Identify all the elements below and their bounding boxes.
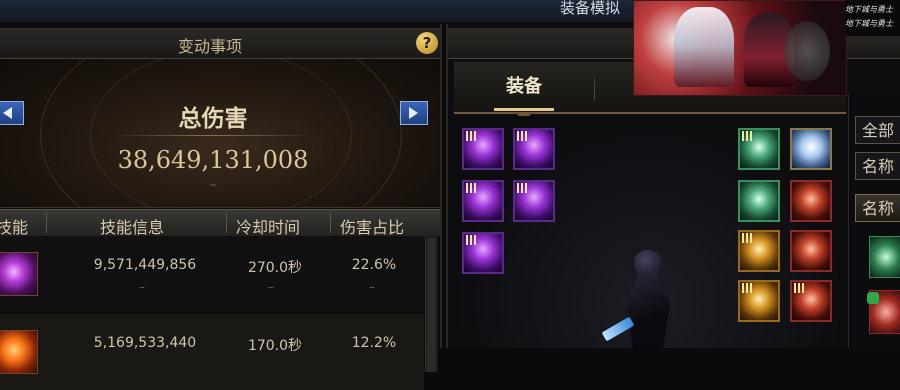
- upgrade-bars-icon: [794, 283, 804, 293]
- skill-cooldown: 270.0秒: [247, 260, 303, 276]
- damage-change: –: [139, 280, 145, 294]
- total-damage-value: 38,649,131,008: [117, 146, 309, 174]
- upgrade-bars-icon: [742, 283, 752, 293]
- skill-damage-percent: 12.2%: [351, 335, 397, 351]
- game-logo: 地下城与勇士 地下城与勇士: [845, 0, 900, 36]
- table-scrollbar[interactable]: [425, 236, 438, 372]
- equip-slot-bracelet[interactable]: [790, 180, 832, 222]
- tab-equipment[interactable]: 装备: [474, 72, 574, 98]
- avatar-slot-hat[interactable]: [462, 128, 504, 170]
- user-badge-icon: [867, 292, 879, 304]
- active-tab-indicator: [494, 108, 554, 111]
- column-divider: [46, 213, 47, 233]
- upgrade-bars-icon: [517, 183, 527, 193]
- damage-panel: 变动事项 ? 总伤害 38,649,131,008 – 技能 技能信息 冷却时间…: [0, 24, 442, 390]
- cooldown-change: –: [268, 280, 274, 294]
- table-row[interactable]: 9,571,449,856 270.0秒 22.6% – – –: [0, 236, 424, 312]
- question-mark-icon[interactable]: ?: [416, 32, 438, 54]
- inventory-item-icon[interactable]: [869, 236, 900, 278]
- character-body: [626, 272, 670, 348]
- column-divider: [330, 213, 331, 233]
- skill-table-header: 技能 技能信息 冷却时间 伤害占比: [0, 209, 440, 238]
- skill-damage: 5,169,533,440: [93, 335, 197, 351]
- equip-slot-ring[interactable]: [790, 230, 832, 272]
- window-title: 装备模拟: [560, 0, 621, 17]
- equip-slot-title[interactable]: [790, 128, 832, 170]
- total-damage-box: 总伤害 38,649,131,008 –: [0, 59, 440, 208]
- promo-banner-image: [633, 0, 847, 96]
- damage-panel-header: 变动事项 ?: [0, 28, 440, 59]
- skill-damage: 9,571,449,856: [93, 257, 197, 273]
- column-divider: [226, 213, 227, 233]
- equip-slot-armor-belt[interactable]: [738, 230, 780, 272]
- filter-column: 全部 名称 名称: [848, 94, 900, 348]
- equip-slot-weapon[interactable]: [738, 128, 780, 170]
- logo-text: 地下城与勇士: [845, 19, 893, 28]
- column-header-skill-info[interactable]: 技能信息: [100, 214, 164, 238]
- percent-change: –: [369, 280, 375, 294]
- skill-damage-percent: 22.6%: [351, 257, 397, 273]
- column-header-damage-percent[interactable]: 伤害占比: [340, 214, 404, 238]
- equip-slot-armor-top[interactable]: [738, 180, 780, 222]
- filter-all-dropdown[interactable]: 全部: [855, 116, 900, 144]
- column-header-cooldown[interactable]: 冷却时间: [236, 214, 300, 238]
- upgrade-bars-icon: [466, 131, 476, 141]
- avatar-slot-neck[interactable]: [513, 180, 555, 222]
- sort-name-button[interactable]: 名称: [855, 194, 900, 222]
- avatar-slot-face[interactable]: [462, 180, 504, 222]
- upgrade-bars-icon: [517, 131, 527, 141]
- total-damage-change: –: [209, 177, 217, 193]
- table-row[interactable]: 5,169,533,440 170.0秒 12.2%: [0, 314, 424, 390]
- equip-slot-shoes[interactable]: [738, 280, 780, 322]
- total-damage-label: 总伤害: [178, 106, 248, 132]
- upgrade-bars-icon: [742, 131, 752, 141]
- divider: [113, 135, 313, 136]
- tab-divider: [594, 78, 595, 100]
- upgrade-bars-icon: [466, 183, 476, 193]
- avatar-slot-top[interactable]: [462, 232, 504, 274]
- logo-text: 地下城与勇士: [845, 5, 893, 14]
- promo-character: [784, 21, 830, 81]
- avatar-slot-hair[interactable]: [513, 128, 555, 170]
- fire-skill-icon: [0, 330, 38, 374]
- panel-title: 变动事项: [177, 37, 242, 56]
- skill-cooldown: 170.0秒: [247, 338, 303, 354]
- purple-claw-skill-icon: [0, 252, 38, 296]
- scrollbar-thumb[interactable]: [427, 238, 436, 372]
- promo-character: [674, 7, 734, 87]
- upgrade-bars-icon: [742, 233, 752, 243]
- upgrade-bars-icon: [466, 235, 476, 245]
- character-model: [601, 246, 686, 348]
- character-head: [634, 250, 662, 274]
- equip-slot-support[interactable]: [790, 280, 832, 322]
- filter-name-dropdown[interactable]: 名称: [855, 152, 900, 180]
- column-header-skill[interactable]: 技能: [0, 214, 28, 238]
